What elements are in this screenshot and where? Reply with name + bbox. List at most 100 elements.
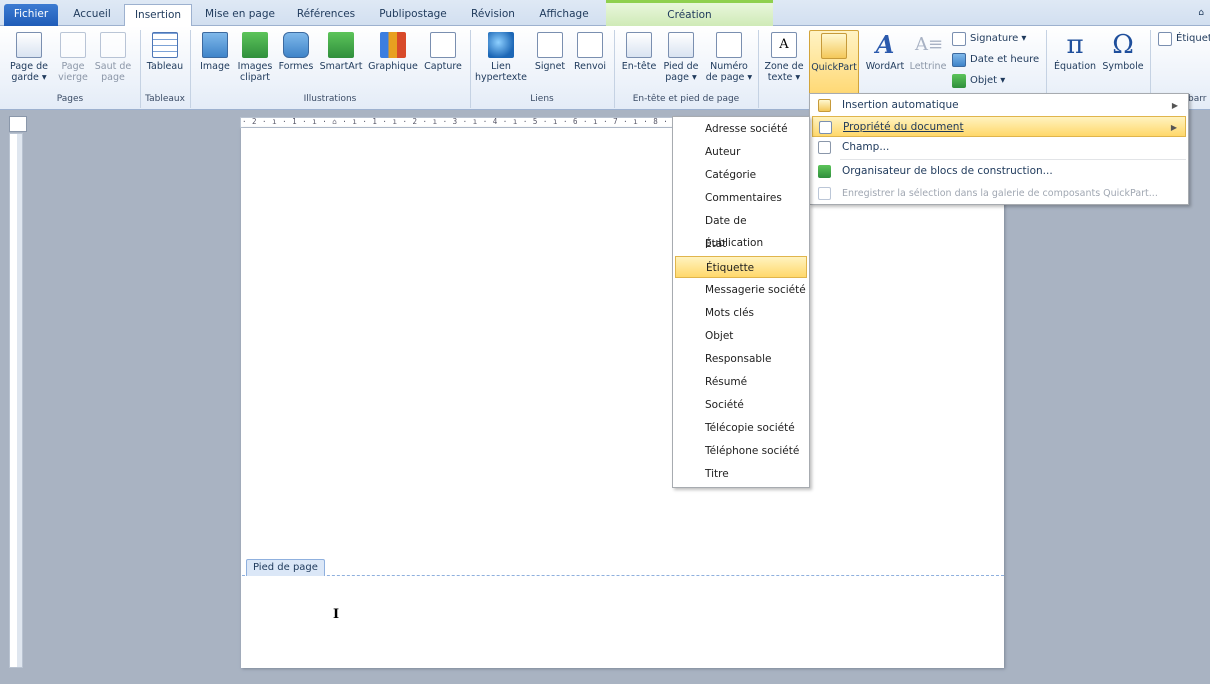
cross-reference-icon xyxy=(577,32,603,58)
cover-page-icon xyxy=(16,32,42,58)
property-etiquette[interactable]: Étiquette xyxy=(675,256,807,278)
signet-button[interactable]: Signet xyxy=(532,30,568,92)
field-icon xyxy=(818,141,831,154)
camera-icon xyxy=(430,32,456,58)
tab-accueil[interactable]: Accueil xyxy=(66,4,118,26)
property-mots-cles[interactable]: Mots clés xyxy=(675,302,807,324)
calendar-icon xyxy=(952,53,966,67)
pied-de-page-label: Pied de page ▾ xyxy=(663,61,699,83)
tab-selector[interactable] xyxy=(9,116,27,132)
menu-item-label: Enregistrer la sélection dans la galerie… xyxy=(842,188,1158,199)
etiquette-button[interactable]: Étiquet xyxy=(1158,30,1210,48)
property-commentaires[interactable]: Commentaires xyxy=(675,187,807,209)
omega-icon: Ω xyxy=(1112,30,1134,60)
menu-item-enregistrer-selection[interactable]: Enregistrer la sélection dans la galerie… xyxy=(812,183,1186,204)
quickpart-icon xyxy=(821,33,847,59)
numero-de-page-button[interactable]: Numéro de page ▾ xyxy=(704,30,754,92)
tab-affichage[interactable]: Affichage xyxy=(530,4,598,26)
ribbon-tab-bar: Fichier Accueil Insertion Mise en page R… xyxy=(0,0,1210,27)
lettrine-button[interactable]: A≡ Lettrine xyxy=(908,30,948,92)
vertical-ruler[interactable] xyxy=(9,133,23,668)
zone-de-texte-button[interactable]: A Zone de texte ▾ xyxy=(762,30,806,92)
objet-button[interactable]: Objet ▾ xyxy=(952,72,1005,90)
wordart-icon: A xyxy=(875,30,895,59)
en-tete-button[interactable]: En-tête xyxy=(618,30,660,92)
property-date-de-publication[interactable]: Date de publication xyxy=(675,210,807,249)
page-de-garde-label: Page de garde ▾ xyxy=(10,61,48,83)
lien-hypertexte-label: Lien hypertexte xyxy=(474,61,528,83)
menu-item-propriete-du-document[interactable]: Propriété du document ▶ xyxy=(812,116,1186,137)
tableau-button[interactable]: Tableau xyxy=(143,30,187,92)
property-telecopie-societe[interactable]: Télécopie société xyxy=(675,417,807,439)
tab-insertion[interactable]: Insertion xyxy=(124,4,192,27)
header-icon xyxy=(626,32,652,58)
object-icon xyxy=(952,74,966,88)
tab-mise-en-page[interactable]: Mise en page xyxy=(198,4,282,26)
lien-hypertexte-button[interactable]: Lien hypertexte xyxy=(474,30,528,92)
menu-item-insertion-automatique[interactable]: Insertion automatique ▶ xyxy=(812,95,1186,116)
smartart-button[interactable]: SmartArt xyxy=(318,30,364,92)
text-cursor-icon: I xyxy=(333,607,340,622)
property-responsable[interactable]: Responsable xyxy=(675,348,807,370)
formes-button[interactable]: Formes xyxy=(276,30,316,92)
images-clipart-label: Images clipart xyxy=(237,61,273,83)
signature-button[interactable]: Signature ▾ xyxy=(952,30,1026,48)
autotext-icon xyxy=(818,99,831,112)
menu-item-organisateur[interactable]: Organisateur de blocs de construction... xyxy=(812,161,1186,182)
menu-item-champ[interactable]: Champ... xyxy=(812,137,1186,158)
group-label-illustrations: Illustrations xyxy=(303,94,357,104)
property-categorie[interactable]: Catégorie xyxy=(675,164,807,186)
group-label-pages: Pages xyxy=(56,94,84,104)
picture-icon xyxy=(202,32,228,58)
tab-references[interactable]: Références xyxy=(288,4,364,26)
tab-fichier[interactable]: Fichier xyxy=(4,4,58,26)
graphique-button[interactable]: Graphique xyxy=(366,30,420,92)
property-messagerie-societe[interactable]: Messagerie société xyxy=(675,279,807,301)
menu-separator xyxy=(840,159,1186,160)
wordart-label: WordArt xyxy=(865,61,905,72)
symbole-button[interactable]: Ω Symbole xyxy=(1100,30,1146,92)
equation-button[interactable]: π Équation xyxy=(1050,30,1100,92)
property-adresse-societe[interactable]: Adresse société xyxy=(675,118,807,140)
images-clipart-button[interactable]: Images clipart xyxy=(236,30,274,92)
property-titre[interactable]: Titre xyxy=(675,463,807,485)
symbole-label: Symbole xyxy=(1102,61,1144,72)
document-page[interactable] xyxy=(241,128,1004,668)
formes-label: Formes xyxy=(278,61,314,72)
group-separator xyxy=(758,30,759,108)
minimize-ribbon-icon[interactable]: ⌂ xyxy=(1198,8,1204,18)
menu-item-label: Organisateur de blocs de construction... xyxy=(842,165,1053,177)
capture-button[interactable]: Capture xyxy=(422,30,464,92)
saut-de-page-label: Saut de page xyxy=(94,61,132,83)
renvoi-button[interactable]: Renvoi xyxy=(570,30,610,92)
property-resume[interactable]: Résumé xyxy=(675,371,807,393)
tab-publipostage[interactable]: Publipostage xyxy=(370,4,456,26)
property-etat[interactable]: État xyxy=(675,233,807,255)
property-auteur[interactable]: Auteur xyxy=(675,141,807,163)
image-button[interactable]: Image xyxy=(196,30,234,92)
tag-icon xyxy=(1158,32,1172,46)
wordart-button[interactable]: A WordArt xyxy=(862,30,908,92)
group-label-entete: En-tête et pied de page xyxy=(632,94,740,104)
chart-icon xyxy=(380,32,406,58)
page-vierge-button[interactable]: Page vierge xyxy=(56,30,90,92)
property-objet[interactable]: Objet xyxy=(675,325,807,347)
tab-creation[interactable]: Création xyxy=(606,5,773,27)
property-telephone-societe[interactable]: Téléphone société xyxy=(675,440,807,462)
clipart-icon xyxy=(242,32,268,58)
building-blocks-icon xyxy=(818,165,831,178)
tab-revision[interactable]: Révision xyxy=(462,4,524,26)
quickpart-menu: Insertion automatique ▶ Propriété du doc… xyxy=(809,93,1189,205)
page-de-garde-button[interactable]: Page de garde ▾ xyxy=(6,30,52,92)
property-societe[interactable]: Société xyxy=(675,394,807,416)
signature-icon xyxy=(952,32,966,46)
date-et-heure-button[interactable]: Date et heure xyxy=(952,51,1039,69)
page-break-icon xyxy=(100,32,126,58)
shapes-icon xyxy=(283,32,309,58)
quickpart-button[interactable]: QuickPart xyxy=(809,30,859,96)
smartart-label: SmartArt xyxy=(319,61,363,72)
pi-icon: π xyxy=(1066,30,1084,60)
saut-de-page-button[interactable]: Saut de page xyxy=(92,30,134,92)
menu-item-label: Insertion automatique xyxy=(842,99,959,111)
pied-de-page-button[interactable]: Pied de page ▾ xyxy=(660,30,702,92)
